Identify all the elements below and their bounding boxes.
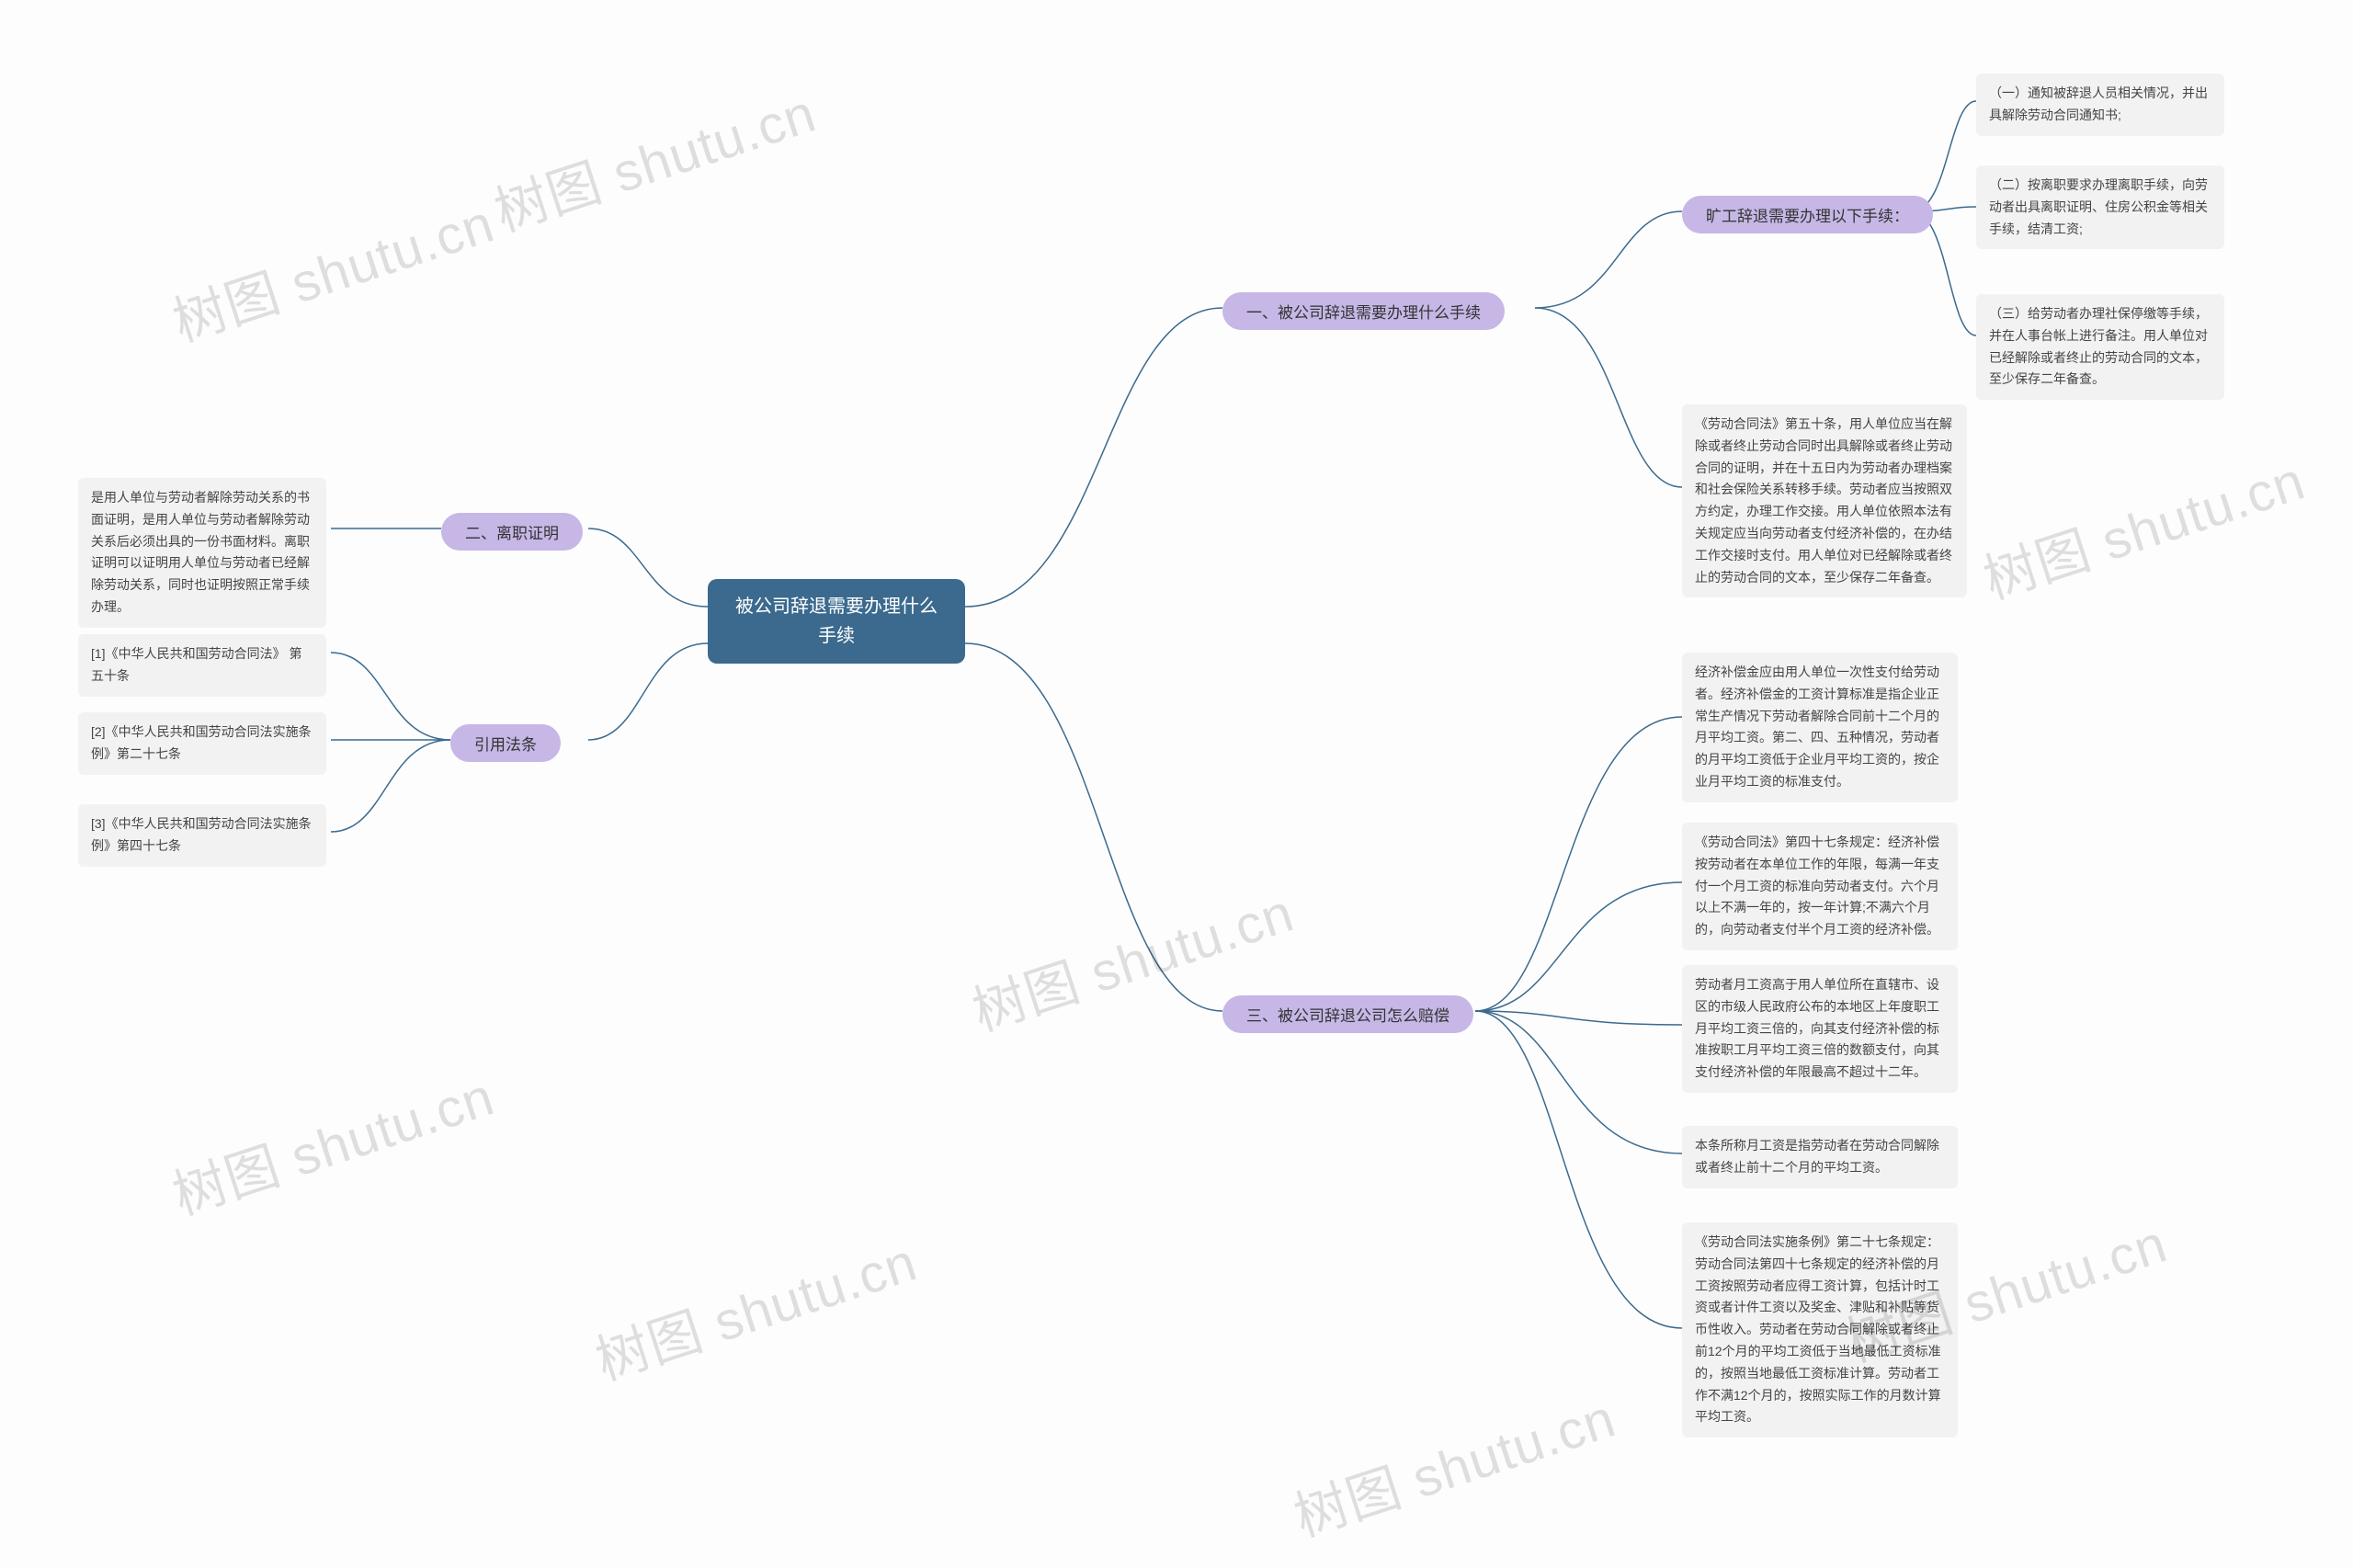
leaf-b3-3[interactable]: 劳动者月工资高于用人单位所在直辖市、设区的市级人民政府公布的本地区上年度职工月平… (1682, 965, 1958, 1093)
leaf-b1-law-text: 《劳动合同法》第五十条，用人单位应当在解除或者终止劳动合同时出具解除或者终止劳动… (1695, 416, 1952, 585)
branch-3[interactable]: 三、被公司辞退公司怎么赔偿 (1222, 995, 1473, 1033)
leaf-b3-1[interactable]: 经济补偿金应由用人单位一次性支付给劳动者。经济补偿金的工资计算标准是指企业正常生… (1682, 653, 1958, 802)
leaf-b1-1-text: （一）通知被辞退人员相关情况，并出具解除劳动合同通知书; (1989, 85, 2208, 122)
leaf-b1-2[interactable]: （二）按离职要求办理离职手续，向劳动者出具离职证明、住房公积金等相关手续，结清工… (1976, 165, 2224, 249)
leaf-b1-2-text: （二）按离职要求办理离职手续，向劳动者出具离职证明、住房公积金等相关手续，结清工… (1989, 177, 2208, 236)
watermark: 树图 shutu.cn (162, 1053, 503, 1230)
watermark: 树图 shutu.cn (162, 180, 503, 357)
branch-1-sub-label: 旷工辞退需要办理以下手续： (1706, 208, 1909, 225)
branch-3-label: 三、被公司辞退公司怎么赔偿 (1246, 1007, 1449, 1025)
leaf-b4-2-text: [2]《中华人民共和国劳动合同法实施条例》第二十七条 (91, 724, 312, 761)
root-node[interactable]: 被公司辞退需要办理什么 手续 (708, 579, 965, 664)
leaf-b2-1[interactable]: 是用人单位与劳动者解除劳动关系的书面证明，是用人单位与劳动者解除劳动关系后必须出… (78, 478, 326, 628)
leaf-b4-2[interactable]: [2]《中华人民共和国劳动合同法实施条例》第二十七条 (78, 712, 326, 775)
branch-1-label: 一、被公司辞退需要办理什么手续 (1246, 304, 1481, 322)
root-title-line1: 被公司辞退需要办理什么 (730, 592, 943, 621)
leaf-b1-3[interactable]: （三）给劳动者办理社保停缴等手续，并在人事台帐上进行备注。用人单位对已经解除或者… (1976, 294, 2224, 400)
watermark: 树图 shutu.cn (585, 1219, 926, 1395)
leaf-b4-3-text: [3]《中华人民共和国劳动合同法实施条例》第四十七条 (91, 816, 312, 853)
root-title-line2: 手续 (730, 621, 943, 651)
watermark: 树图 shutu.cn (483, 70, 824, 246)
watermark: 树图 shutu.cn (1972, 437, 2313, 614)
leaf-b3-3-text: 劳动者月工资高于用人单位所在直辖市、设区的市级人民政府公布的本地区上年度职工月平… (1695, 977, 1939, 1079)
branch-1[interactable]: 一、被公司辞退需要办理什么手续 (1222, 292, 1505, 330)
leaf-b4-1[interactable]: [1]《中华人民共和国劳动合同法》 第五十条 (78, 634, 326, 697)
leaf-b3-4-text: 本条所称月工资是指劳动者在劳动合同解除或者终止前十二个月的平均工资。 (1695, 1138, 1939, 1175)
leaf-b3-2[interactable]: 《劳动合同法》第四十七条规定：经济补偿按劳动者在本单位工作的年限，每满一年支付一… (1682, 823, 1958, 950)
branch-1-sub[interactable]: 旷工辞退需要办理以下手续： (1682, 196, 1933, 233)
leaf-b2-1-text: 是用人单位与劳动者解除劳动关系的书面证明，是用人单位与劳动者解除劳动关系后必须出… (91, 490, 310, 614)
branch-4-label: 引用法条 (474, 736, 537, 754)
branch-2[interactable]: 二、离职证明 (441, 513, 583, 551)
leaf-b1-law[interactable]: 《劳动合同法》第五十条，用人单位应当在解除或者终止劳动合同时出具解除或者终止劳动… (1682, 404, 1967, 597)
leaf-b1-3-text: （三）给劳动者办理社保停缴等手续，并在人事台帐上进行备注。用人单位对已经解除或者… (1989, 306, 2208, 386)
leaf-b1-1[interactable]: （一）通知被辞退人员相关情况，并出具解除劳动合同通知书; (1976, 74, 2224, 136)
leaf-b3-2-text: 《劳动合同法》第四十七条规定：经济补偿按劳动者在本单位工作的年限，每满一年支付一… (1695, 835, 1939, 937)
leaf-b4-1-text: [1]《中华人民共和国劳动合同法》 第五十条 (91, 646, 301, 683)
leaf-b4-3[interactable]: [3]《中华人民共和国劳动合同法实施条例》第四十七条 (78, 804, 326, 867)
watermark: 树图 shutu.cn (1283, 1375, 1624, 1551)
leaf-b3-1-text: 经济补偿金应由用人单位一次性支付给劳动者。经济补偿金的工资计算标准是指企业正常生… (1695, 665, 1939, 789)
leaf-b3-4[interactable]: 本条所称月工资是指劳动者在劳动合同解除或者终止前十二个月的平均工资。 (1682, 1126, 1958, 1188)
branch-4[interactable]: 引用法条 (450, 724, 561, 762)
branch-2-label: 二、离职证明 (465, 525, 559, 542)
